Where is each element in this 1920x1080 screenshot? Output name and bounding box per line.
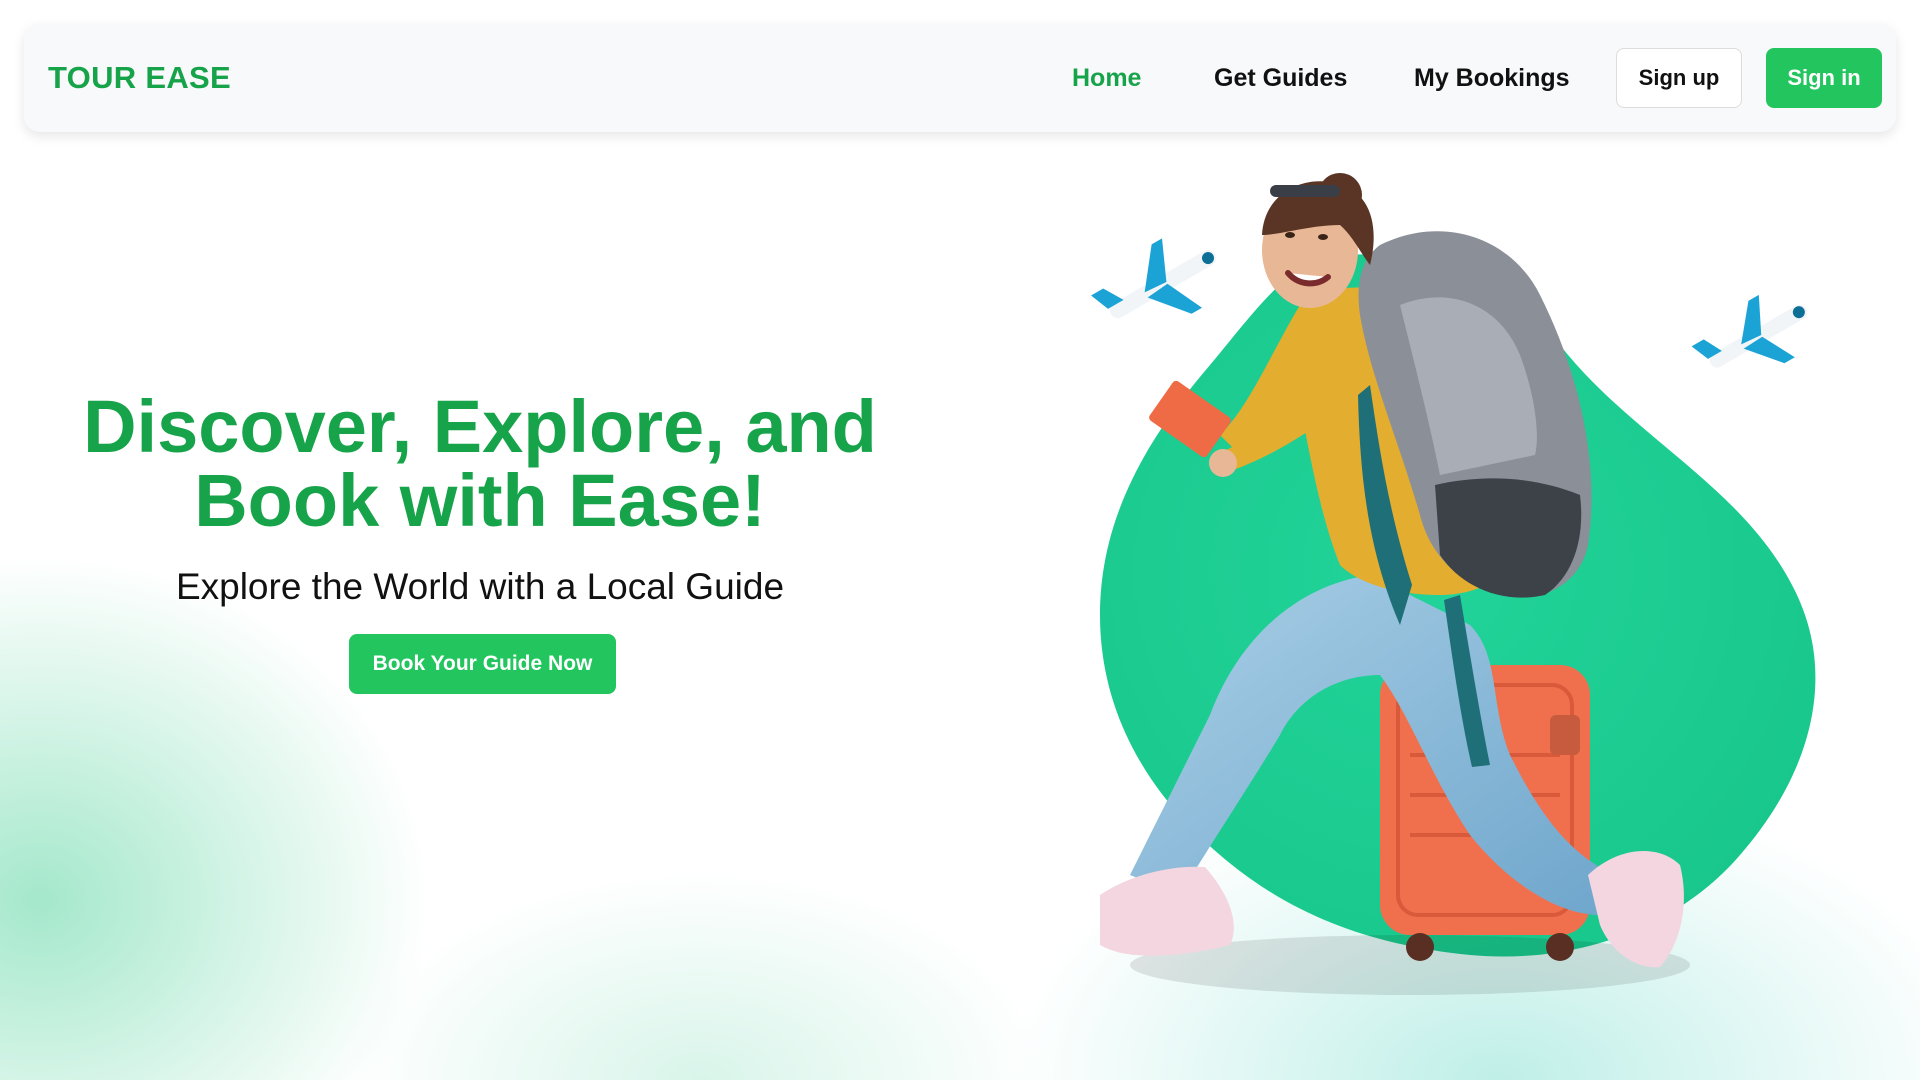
sign-up-button[interactable]: Sign up (1616, 48, 1742, 108)
left-shoe (1100, 866, 1234, 956)
nav-link-home[interactable]: Home (1072, 24, 1141, 132)
airplane-icon (1091, 238, 1216, 319)
nav-link-get-guides[interactable]: Get Guides (1214, 24, 1347, 132)
navbar: TOUR EASE Home Get Guides My Bookings Si… (24, 24, 1896, 132)
traveler-hand (1209, 449, 1237, 477)
hero-title: Discover, Explore, and Book with Ease! (60, 390, 900, 538)
hero-subtitle: Explore the World with a Local Guide (175, 566, 785, 607)
nav-link-my-bookings[interactable]: My Bookings (1414, 24, 1570, 132)
brand-logo[interactable]: TOUR EASE (48, 24, 231, 132)
sign-in-button[interactable]: Sign in (1766, 48, 1882, 108)
hero-title-line-1: Discover, Explore, and (83, 385, 877, 468)
hero-title-line-2: Book with Ease! (194, 459, 766, 542)
book-guide-button[interactable]: Book Your Guide Now (349, 634, 616, 694)
airplane-icon (1691, 294, 1808, 368)
hero-section: Discover, Explore, and Book with Ease! E… (60, 390, 900, 608)
hero-illustration (1040, 155, 1860, 1035)
hero-illustration-svg (1091, 173, 1816, 995)
